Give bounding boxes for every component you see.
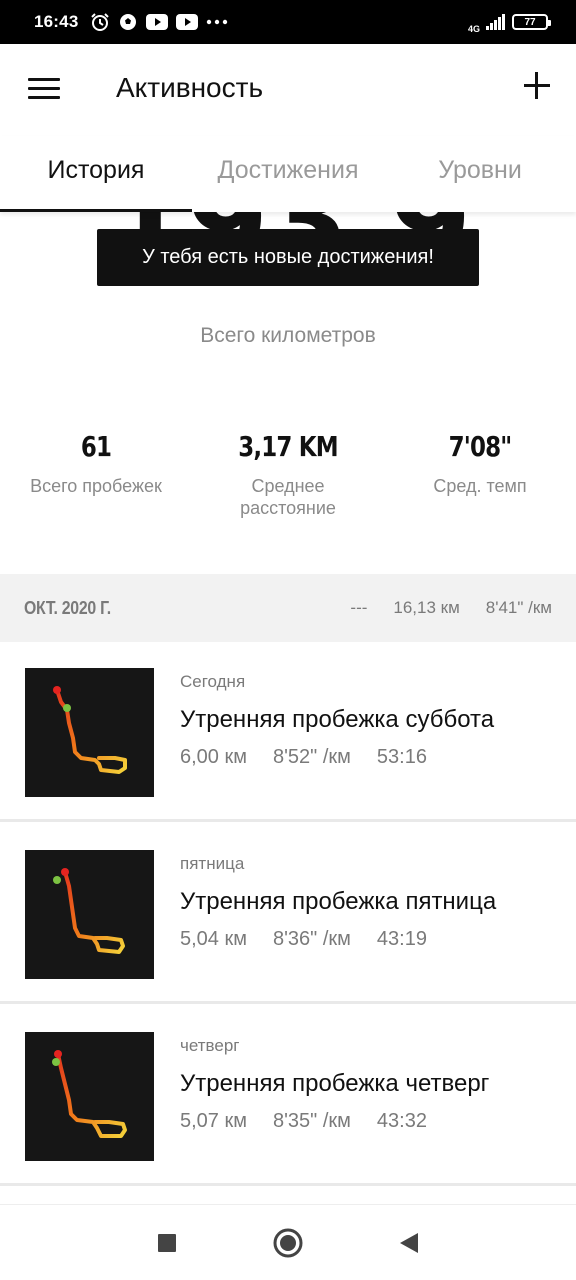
back-triangle-icon[interactable] — [399, 1232, 419, 1254]
status-bar: 16:43 4G 77 — [0, 0, 576, 44]
battery-level: 77 — [524, 16, 536, 28]
run-list-item[interactable]: четверг Утренняя пробежка четверг 5,07 к… — [0, 1006, 576, 1186]
tab-levels[interactable]: Уровни — [384, 136, 576, 212]
stat-value: 7'08" — [448, 430, 513, 463]
stat-label: Среднее расстояние — [240, 476, 336, 518]
recent-apps-square-icon[interactable] — [157, 1233, 177, 1253]
month-title: ОКТ. 2020 Г. — [24, 597, 111, 618]
plus-icon[interactable] — [522, 70, 552, 100]
stat-label: Сред. темп — [433, 476, 527, 496]
tab-history[interactable]: История — [0, 136, 192, 212]
achievements-toast: У тебя есть новые достижения! — [97, 229, 479, 286]
month-stats: --- 16,13 км 8'41" /км — [350, 598, 552, 618]
run-pace: 8'35" /км — [272, 1110, 351, 1132]
app-bar: Активность — [0, 44, 576, 136]
run-duration: 43:19 — [376, 928, 427, 950]
run-duration: 53:16 — [376, 746, 427, 768]
network-type-label: 4G — [467, 23, 480, 34]
month-pace: 8'41" /км — [485, 598, 552, 617]
route-map-thumbnail — [25, 668, 154, 797]
tab-bar: История Достижения Уровни — [0, 136, 576, 212]
run-metrics: 5,04 км 8'36" /км 43:19 — [180, 928, 427, 951]
stat-value: 3,17 KM — [238, 430, 338, 463]
youtube-icon — [176, 14, 199, 30]
stat-average-pace: 7'08" Сред. темп — [384, 430, 576, 519]
battery-icon: 77 — [512, 14, 551, 30]
route-map-thumbnail — [25, 850, 154, 979]
run-pace: 8'36" /км — [272, 928, 351, 950]
run-list-item[interactable]: Сегодня Утренняя пробежка суббота 6,00 к… — [0, 642, 576, 822]
run-day: Сегодня — [180, 672, 246, 691]
run-metrics: 6,00 км 8'52" /км 53:16 — [180, 746, 427, 769]
run-day: четверг — [180, 1036, 240, 1055]
month-runs: --- — [350, 598, 368, 617]
run-distance: 5,07 км — [180, 1110, 247, 1132]
month-distance: 16,13 км — [393, 598, 460, 617]
tab-achievements[interactable]: Достижения — [192, 136, 384, 212]
home-circle-icon[interactable] — [273, 1228, 303, 1258]
run-duration: 43:32 — [376, 1110, 427, 1132]
page-title: Активность — [116, 72, 264, 103]
stat-value: 61 — [80, 430, 112, 463]
run-title: Утренняя пробежка четверг — [180, 1070, 490, 1097]
hamburger-menu-icon[interactable] — [28, 78, 60, 102]
run-pace: 8'52" /км — [272, 746, 351, 768]
alarm-icon — [90, 12, 110, 32]
summary-stats: 61 Всего пробежек 3,17 KM Среднее рассто… — [0, 430, 576, 519]
run-list-item[interactable]: пятница Утренняя пробежка пятница 5,04 к… — [0, 824, 576, 1004]
youtube-icon — [146, 14, 169, 30]
soccer-ball-icon — [118, 12, 138, 32]
run-distance: 6,00 км — [180, 746, 247, 768]
run-title: Утренняя пробежка пятница — [180, 888, 497, 915]
run-metrics: 5,07 км 8'35" /км 43:32 — [180, 1110, 427, 1133]
status-notification-icons — [90, 12, 228, 32]
status-time: 16:43 — [34, 12, 79, 31]
stat-total-runs: 61 Всего пробежек — [0, 430, 192, 519]
more-dots-icon — [206, 19, 228, 25]
run-day: пятница — [180, 854, 245, 873]
month-header: ОКТ. 2020 Г. --- 16,13 км 8'41" /км — [0, 574, 576, 642]
route-map-thumbnail — [25, 1032, 154, 1161]
system-navigation-bar — [0, 1204, 576, 1280]
stat-average-distance: 3,17 KM Среднее расстояние — [192, 430, 384, 519]
run-title: Утренняя пробежка суббота — [180, 706, 495, 733]
signal-icon — [486, 14, 506, 30]
status-system-icons: 4G 77 — [467, 11, 551, 34]
run-distance: 5,04 км — [180, 928, 247, 950]
total-km-label: Всего километров — [200, 324, 376, 347]
stat-label: Всего пробежек — [30, 476, 162, 496]
